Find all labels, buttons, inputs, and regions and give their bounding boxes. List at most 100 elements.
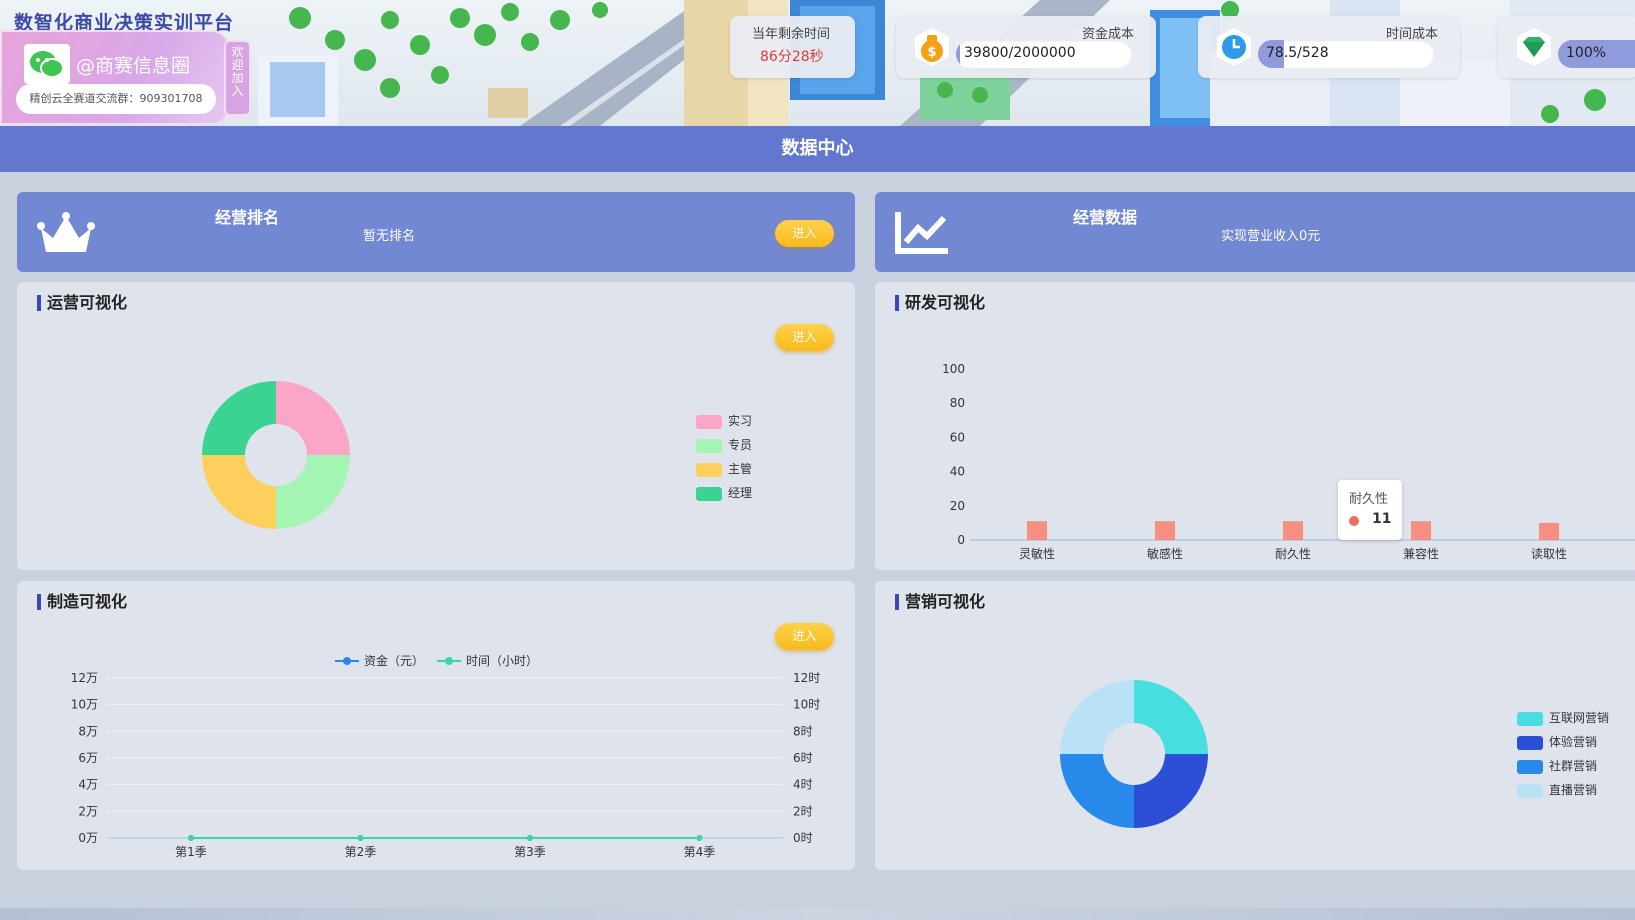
y-tick-label: 60 — [950, 430, 965, 444]
y-right-tick-label: 8时 — [793, 724, 813, 738]
legend-swatch — [1517, 759, 1543, 774]
capital-cost-value: 39800/2000000 — [964, 45, 1076, 61]
legend-swatch — [696, 438, 722, 453]
rnd-bar[interactable] — [1283, 521, 1303, 540]
y-tick-label: 80 — [950, 396, 965, 410]
legend-item[interactable]: 体验营销 — [1517, 733, 1597, 750]
series-point[interactable] — [357, 835, 364, 841]
y-left-tick-label: 0万 — [78, 831, 98, 845]
business-data-card: 经营数据 实现营业收入0元 — [875, 192, 1635, 272]
rnd-tooltip-value: 11 — [1372, 511, 1392, 527]
time-left-label: 当年剩余时间 — [752, 27, 831, 42]
wechat-group-text: 精创云全赛道交流群：909301708 — [16, 84, 216, 114]
y-left-tick-label: 2万 — [78, 804, 98, 818]
wechat-icon — [24, 44, 70, 84]
y-left-tick-label: 4万 — [78, 778, 98, 792]
svg-text:$: $ — [927, 45, 936, 60]
x-tick-label: 灵敏性 — [1019, 546, 1055, 561]
y-tick-label: 20 — [950, 499, 965, 513]
time-left-value: 86分28秒 — [760, 49, 824, 65]
legend-item[interactable]: 社群营销 — [1517, 757, 1597, 774]
legend-label: 体验营销 — [1549, 735, 1598, 749]
y-right-tick-label: 6时 — [793, 751, 813, 765]
legend-label[interactable]: 资金（元） — [364, 653, 424, 668]
x-tick-label: 兼容性 — [1403, 546, 1439, 561]
wechat-handle: @商赛信息圈 — [76, 55, 191, 77]
page-title: 数据中心 — [0, 126, 1635, 172]
rnd-bar[interactable] — [1155, 521, 1175, 540]
legend-label: 经理 — [728, 486, 753, 500]
wechat-promo-card[interactable]: @商赛信息圈 精创云全赛道交流群：909301708 — [0, 30, 230, 125]
money-bag-icon: $ — [912, 27, 952, 67]
donut-slice-3[interactable] — [202, 455, 276, 529]
diamond-icon — [1514, 27, 1554, 67]
quality-bar: 100% — [1558, 40, 1635, 68]
capital-cost-fill — [956, 40, 960, 68]
y-right-tick-label: 10时 — [793, 698, 820, 712]
donut-slice-4[interactable] — [202, 381, 276, 455]
legend-item[interactable]: 直播营销 — [1517, 781, 1597, 798]
legend-swatch — [696, 462, 722, 477]
y-right-tick-label: 4时 — [793, 778, 813, 792]
y-right-tick-label: 12时 — [793, 671, 820, 685]
series-point[interactable] — [527, 835, 533, 841]
rnd-bar[interactable] — [1539, 522, 1559, 540]
capital-cost-bar: 39800/2000000 — [956, 40, 1132, 68]
series-point[interactable] — [696, 835, 703, 841]
ranking-enter-button[interactable]: 进入 — [775, 220, 834, 247]
legend-item[interactable]: 主管 — [696, 460, 752, 477]
legend-label: 主管 — [728, 462, 753, 476]
donut-slice-2[interactable] — [1134, 754, 1208, 828]
time-cost-bar: 78.5/528 — [1258, 40, 1434, 68]
y-tick-label: 0 — [957, 533, 965, 547]
y-tick-label: 40 — [950, 465, 965, 479]
donut-slice-2[interactable] — [276, 455, 350, 529]
crown-icon — [37, 212, 95, 260]
rnd-bar[interactable] — [1411, 521, 1431, 540]
y-left-tick-label: 6万 — [78, 751, 98, 765]
x-tick-label: 耐久性 — [1275, 547, 1311, 561]
series-point[interactable] — [188, 835, 194, 841]
marketing-panel: 营销可视化 互联网营销 体验营销 社群营销 直播营销 — [875, 581, 1635, 870]
x-tick-label: 第2季 — [345, 845, 377, 859]
x-tick-label: 敏感性 — [1147, 546, 1183, 561]
y-left-tick-label: 10万 — [71, 698, 98, 712]
city-banner: 数智化商业决策实训平台 @商赛信息圈 精创云全赛道交流群：909301708 欢… — [0, 0, 1635, 126]
operations-panel: 运营可视化 进入 实习 专员 主管 经理 — [17, 282, 855, 570]
x-tick-label: 第4季 — [684, 845, 716, 859]
donut-slice-4[interactable] — [1060, 680, 1134, 754]
legend-label[interactable]: 时间（小时） — [466, 654, 538, 668]
time-cost-widget: 时间成本 78.5/528 — [1198, 16, 1460, 78]
y-left-tick-label: 8万 — [78, 724, 98, 738]
bottom-city-strip — [0, 908, 1635, 920]
legend-swatch — [1517, 711, 1543, 726]
legend-item[interactable]: 实习 — [696, 412, 752, 429]
ranking-card: 经营排名 暂无排名 进入 — [17, 192, 855, 272]
legend-swatch — [1517, 735, 1543, 750]
y-right-tick-label: 0时 — [793, 831, 813, 845]
rnd-bar[interactable] — [1027, 521, 1047, 540]
legend-item[interactable]: 互联网营销 — [1517, 709, 1609, 726]
legend-swatch — [1517, 783, 1543, 798]
ranking-subtitle: 暂无排名 — [363, 229, 416, 244]
rnd-panel: 研发可视化 0 20 40 60 80 100 灵敏性 敏感性 耐久性 兼容性 读取性 耐久性 11 — [875, 282, 1635, 570]
rnd-tooltip-label: 耐久性 — [1349, 492, 1389, 507]
legend-item[interactable]: 经理 — [696, 484, 752, 501]
x-tick-label: 第1季 — [175, 845, 207, 859]
donut-slice-1[interactable] — [1134, 680, 1208, 754]
legend-swatch — [696, 486, 722, 501]
ranking-title: 经营排名 — [215, 208, 280, 227]
business-title: 经营数据 — [1073, 208, 1138, 227]
join-tab[interactable]: 欢迎加入 — [224, 40, 251, 116]
donut-slice-1[interactable] — [276, 381, 350, 455]
legend-label: 直播营销 — [1549, 783, 1598, 797]
y-left-tick-label: 12万 — [71, 671, 98, 685]
rnd-tooltip: 耐久性 11 — [1338, 480, 1402, 540]
rnd-bar-chart: 020406080100灵敏性 敏感性 耐久性 兼容性 读取性 — [942, 362, 1635, 561]
y-right-tick-label: 2时 — [793, 804, 813, 818]
donut-slice-3[interactable] — [1060, 754, 1134, 828]
legend-item[interactable]: 专员 — [696, 436, 752, 453]
manufacturing-line-chart: 0万 0时 2万 2时 4万 4时 6万 6时 8万 8时 10万 10时 12万 12时第1季 第2季 第3… — [71, 653, 821, 859]
y-tick-label: 100 — [942, 362, 965, 376]
legend-label: 实习 — [728, 414, 753, 428]
